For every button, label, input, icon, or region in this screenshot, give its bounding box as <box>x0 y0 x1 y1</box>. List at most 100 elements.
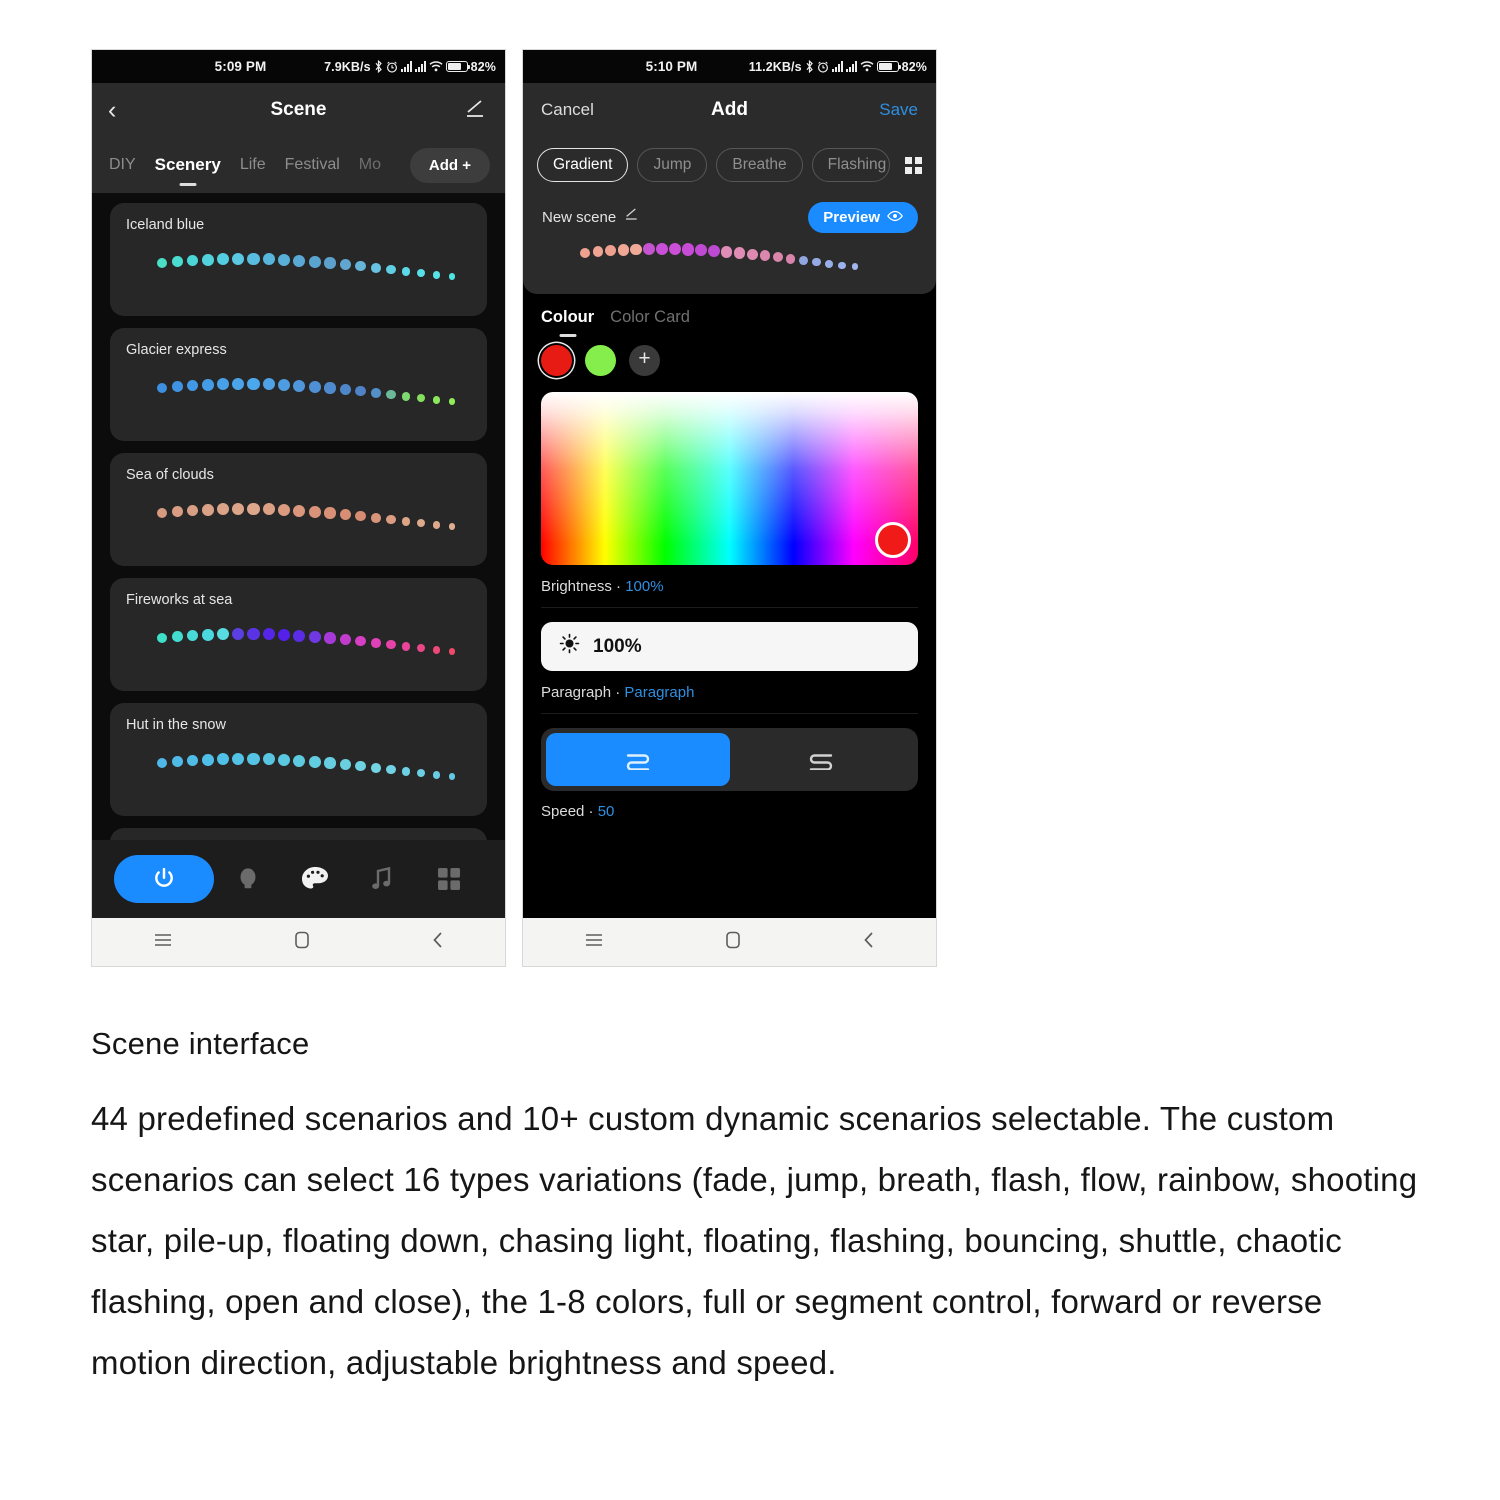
home-icon[interactable] <box>294 931 310 954</box>
page-title: Scene <box>270 99 327 120</box>
bulb-icon[interactable] <box>214 865 281 893</box>
add-colour-button[interactable]: + <box>629 345 660 376</box>
chip-breathe[interactable]: Breathe <box>716 148 803 182</box>
scene-name-row[interactable]: New scene <box>542 207 640 227</box>
led-dot <box>401 517 411 526</box>
led-dot <box>772 252 783 263</box>
led-dot <box>186 379 199 392</box>
forward-arrow-icon[interactable] <box>546 733 730 786</box>
led-dot <box>156 257 168 268</box>
tab-scenery[interactable]: Scenery <box>155 155 221 175</box>
grid-icon[interactable] <box>416 867 483 891</box>
led-dot <box>308 380 321 393</box>
led-dot <box>186 754 199 767</box>
led-dot <box>247 627 260 641</box>
status-time: 5:10 PM <box>645 59 698 74</box>
swatch-green[interactable] <box>585 345 616 376</box>
tab-color-card[interactable]: Color Card <box>610 308 690 327</box>
paragraph-value: Paragraph <box>624 684 695 701</box>
led-dot <box>339 384 351 395</box>
scene-led-strip <box>110 745 487 795</box>
chip-flashing[interactable]: Flashing <box>811 148 890 182</box>
back-icon[interactable] <box>862 931 876 954</box>
back-button[interactable]: ‹ <box>108 97 116 123</box>
led-dot <box>277 253 291 266</box>
scene-card[interactable]: Fireworks at sea <box>110 578 487 691</box>
led-dot <box>579 247 591 258</box>
led-dot <box>668 242 682 256</box>
tab-festival[interactable]: Festival <box>285 156 340 174</box>
led-dot <box>746 248 758 260</box>
led-dot <box>308 255 321 268</box>
scene-led-strip <box>110 245 487 295</box>
pencil-icon[interactable] <box>624 207 640 227</box>
led-dot <box>201 254 214 266</box>
colour-tabs: Colour Color Card <box>541 294 918 327</box>
caption-block: Scene interface 44 predefined scenarios … <box>91 1026 1421 1393</box>
menu-icon[interactable] <box>153 932 173 953</box>
chip-jump[interactable]: Jump <box>637 148 708 182</box>
led-dot <box>812 257 821 267</box>
brightness-label: Brightness <box>541 578 612 595</box>
app-bar-left: ‹ Scene <box>92 83 505 137</box>
power-icon[interactable] <box>114 855 214 903</box>
led-dot <box>630 243 643 256</box>
led-dot <box>694 243 707 256</box>
tab-more[interactable]: Mo <box>359 156 381 174</box>
led-dot <box>156 632 168 643</box>
led-dot <box>217 503 230 516</box>
scene-card[interactable]: Hut in the snow <box>110 703 487 816</box>
scene-card[interactable]: Glacier express <box>110 328 487 441</box>
led-dot <box>370 763 381 773</box>
home-icon[interactable] <box>725 931 741 954</box>
led-dot <box>851 263 859 271</box>
palette-icon[interactable] <box>281 866 348 892</box>
led-dot <box>401 642 411 651</box>
grid-icon[interactable] <box>905 156 922 174</box>
led-dot <box>720 245 733 258</box>
reverse-arrow-icon[interactable] <box>730 733 914 786</box>
scene-card-title: Fireworks at sea <box>126 592 233 608</box>
led-dot <box>324 632 336 644</box>
colour-picker-handle[interactable] <box>875 522 911 558</box>
cancel-button[interactable]: Cancel <box>541 100 594 120</box>
tab-diy[interactable]: DIY <box>109 156 136 174</box>
scene-card[interactable]: Sea of clouds <box>110 453 487 566</box>
brightness-label-row: Brightness · 100% <box>541 578 918 595</box>
led-dot <box>156 757 168 768</box>
led-dot <box>262 503 276 516</box>
direction-toggle <box>541 728 918 791</box>
brightness-slider[interactable]: 100% <box>541 622 918 671</box>
divider <box>541 713 918 714</box>
scene-editor-body: Colour Color Card + Brightness · 100% 10… <box>523 294 936 918</box>
music-icon[interactable] <box>349 866 416 892</box>
brightness-slider-value: 100% <box>593 635 642 657</box>
bottom-dock-left <box>92 840 505 918</box>
tab-life[interactable]: Life <box>240 156 266 174</box>
pencil-icon[interactable] <box>464 98 488 122</box>
back-icon[interactable] <box>431 931 445 954</box>
chip-gradient[interactable]: Gradient <box>537 148 629 182</box>
scene-card[interactable]: Iceland blue <box>110 203 487 316</box>
speed-separator: · <box>588 803 594 820</box>
led-dot <box>339 759 351 770</box>
scene-preview-panel: New scene Preview <box>523 193 936 294</box>
add-scene-button[interactable]: Add + <box>409 147 490 183</box>
brightness-separator: · <box>616 578 622 595</box>
colour-picker[interactable] <box>541 392 918 565</box>
led-dot <box>293 379 306 392</box>
led-dot <box>448 398 456 406</box>
led-dot <box>262 378 276 391</box>
swatch-red[interactable] <box>541 345 572 376</box>
led-dot <box>355 386 366 397</box>
led-dot <box>417 769 426 778</box>
led-dot <box>201 504 214 516</box>
led-dot <box>232 752 245 766</box>
menu-icon[interactable] <box>584 932 604 953</box>
preview-button[interactable]: Preview <box>808 202 918 233</box>
led-dot <box>370 388 381 398</box>
tab-colour[interactable]: Colour <box>541 308 594 327</box>
save-button[interactable]: Save <box>879 100 918 120</box>
led-dot <box>293 754 306 767</box>
led-dot <box>339 509 351 520</box>
